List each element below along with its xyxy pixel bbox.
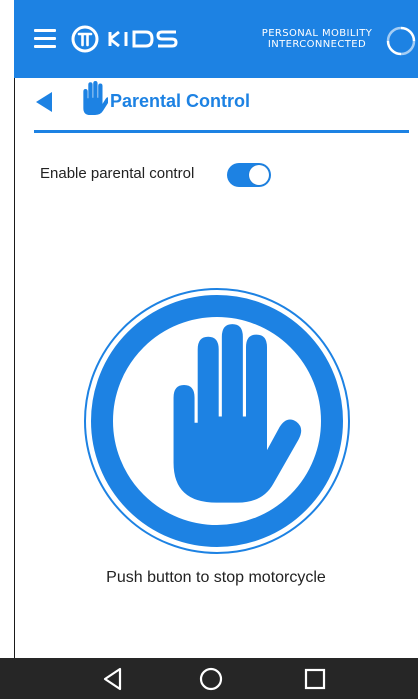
- enable-parental-control-label: Enable parental control: [40, 165, 195, 182]
- toggle-knob: [249, 165, 269, 185]
- hand-stop-icon: [83, 81, 108, 115]
- square-recents-icon[interactable]: [302, 666, 328, 692]
- tagline-line-1: PERSONAL MOBILITY: [261, 28, 373, 39]
- kids-logo: [71, 25, 178, 53]
- large-hand-icon: [173, 324, 302, 503]
- parental-control-toggle[interactable]: [227, 163, 271, 187]
- android-navigation-bar: [0, 658, 418, 699]
- circle-home-icon[interactable]: [198, 666, 224, 692]
- tagline-line-2: INTERCONNECTED: [267, 39, 367, 50]
- stop-button-caption: Push button to stop motorcycle: [106, 569, 326, 586]
- brand-tagline: PERSONAL MOBILITY INTERCONNECTED: [252, 28, 382, 50]
- app-screen: PERSONAL MOBILITY INTERCONNECTED Parenta…: [14, 0, 418, 699]
- page-header: Parental Control: [14, 78, 418, 128]
- back-arrow-icon[interactable]: [34, 90, 54, 114]
- stop-motorcycle-button[interactable]: [83, 287, 351, 555]
- page-title: Parental Control: [110, 91, 251, 111]
- triangle-back-icon[interactable]: [100, 666, 126, 692]
- sync-icon[interactable]: [384, 24, 418, 58]
- hamburger-menu-icon[interactable]: [34, 29, 56, 48]
- header-divider: [34, 130, 409, 133]
- top-app-bar: PERSONAL MOBILITY INTERCONNECTED: [14, 0, 418, 78]
